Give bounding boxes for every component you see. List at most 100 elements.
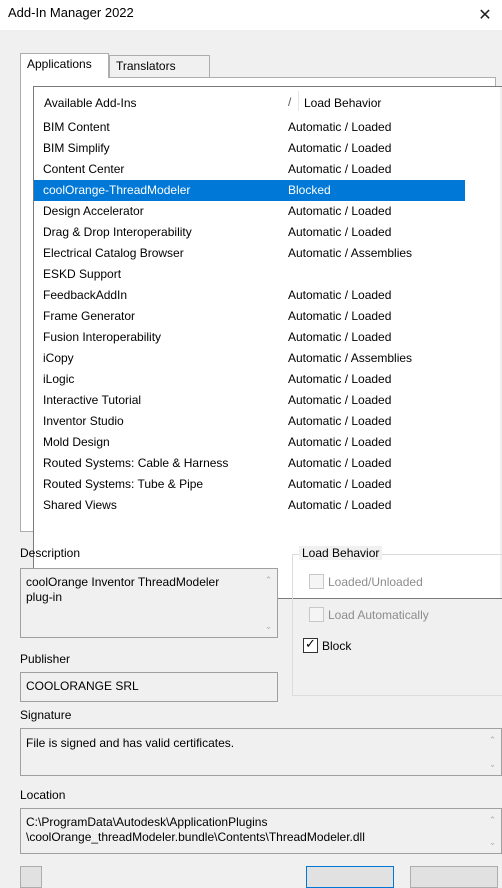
description-text: coolOrange Inventor ThreadModeler plug-i… [26, 575, 220, 604]
addin-name: ESKD Support [43, 267, 122, 281]
signature-text: File is signed and has valid certificate… [26, 736, 235, 750]
addin-name: Routed Systems: Tube & Pipe [43, 477, 204, 491]
chevron-down-icon[interactable]: ⌄ [484, 833, 501, 851]
addin-load-behavior: Automatic / Loaded [288, 288, 392, 302]
addin-load-behavior: Automatic / Loaded [288, 393, 392, 407]
addin-name: Design Accelerator [43, 204, 144, 218]
list-item[interactable]: iLogic Automatic / Loaded [34, 369, 465, 390]
location-label: Location [20, 788, 66, 802]
addin-name: iCopy [43, 351, 74, 365]
addin-load-behavior: Automatic / Loaded [288, 477, 392, 491]
location-line-1: C:\ProgramData\Autodesk\ApplicationPlugi… [26, 815, 268, 829]
list-item[interactable]: Routed Systems: Cable & Harness Automatic… [34, 453, 465, 474]
addin-name: iLogic [43, 372, 75, 386]
addin-load-behavior: Automatic / Loaded [288, 372, 392, 386]
window-title: Add-In Manager 2022 [8, 5, 134, 20]
list-item[interactable]: Design Accelerator Automatic / Loaded [34, 201, 465, 222]
addin-name: BIM Content [43, 120, 110, 134]
list-item[interactable]: Content Center Automatic / Loaded [34, 159, 465, 180]
load-automatically-label: Load Automatically [328, 608, 429, 622]
list-item[interactable]: coolOrange-ThreadModeler Blocked [34, 180, 465, 201]
list-rows: BIM Content Automatic / Loaded BIM Simplif… [34, 117, 465, 516]
list-item[interactable]: Drag & Drop Interoperability Automatic / … [34, 222, 465, 243]
close-icon[interactable]: ✕ [468, 0, 502, 30]
list-header: Available Add-Ins / Load Behavior [34, 87, 499, 115]
chevron-up-icon[interactable]: ⌃ [260, 571, 277, 589]
signature-scrollbar[interactable]: ⌃ ⌄ [484, 729, 501, 775]
list-item[interactable]: ESKD Support [34, 264, 465, 285]
block-label: Block [322, 639, 352, 653]
column-sort-separator: / [288, 95, 292, 109]
column-divider[interactable] [298, 91, 299, 111]
addin-name: Frame Generator [43, 309, 136, 323]
addin-load-behavior: Automatic / Loaded [288, 498, 392, 512]
loaded-unloaded-label: Loaded/Unloaded [328, 575, 423, 589]
chevron-down-icon[interactable]: ⌄ [260, 617, 277, 635]
addin-name: Inventor Studio [43, 414, 124, 428]
list-item[interactable]: Shared Views Automatic / Loaded [34, 495, 465, 516]
chevron-up-icon[interactable]: ⌃ [484, 731, 501, 749]
location-line-2: \coolOrange_threadModeler.bundle\Content… [26, 830, 365, 844]
list-item[interactable]: BIM Simplify Automatic / Loaded [34, 138, 465, 159]
addin-name: BIM Simplify [43, 141, 110, 155]
column-header-available-addins[interactable]: Available Add-Ins [44, 96, 137, 110]
addin-load-behavior: Automatic / Loaded [288, 120, 392, 134]
addin-name: Interactive Tutorial [43, 393, 142, 407]
list-item[interactable]: FeedbackAddIn Automatic / Loaded [34, 285, 465, 306]
description-scrollbar[interactable]: ⌃ ⌄ [260, 569, 277, 637]
publisher-text: COOLORANGE SRL [26, 679, 139, 693]
publisher-box: COOLORANGE SRL [20, 672, 278, 702]
addin-name: Fusion Interoperability [43, 330, 162, 344]
load-behavior-group: Load Behavior Loaded/Unloaded Load Autom… [292, 546, 502, 696]
description-box: coolOrange Inventor ThreadModeler plug-i… [20, 568, 278, 638]
tab-applications[interactable]: Applications [20, 53, 109, 78]
list-item[interactable]: Routed Systems: Tube & Pipe Automatic / L… [34, 474, 465, 495]
list-item[interactable]: Frame Generator Automatic / Loaded [34, 306, 465, 327]
location-box: C:\ProgramData\Autodesk\ApplicationPlugi… [20, 808, 502, 854]
column-header-load-behavior[interactable]: Load Behavior [304, 96, 381, 110]
location-text: C:\ProgramData\Autodesk\ApplicationPlugi… [26, 815, 365, 845]
tab-translators[interactable]: Translators [109, 55, 210, 77]
list-item[interactable]: Inventor Studio Automatic / Loaded [34, 411, 465, 432]
addins-list[interactable]: Available Add-Ins / Load Behavior BIM Co… [33, 86, 502, 599]
applications-panel: Available Add-Ins / Load Behavior BIM Co… [20, 77, 502, 599]
cancel-button[interactable] [410, 866, 498, 888]
list-item[interactable]: BIM Content Automatic / Loaded [34, 117, 465, 138]
publisher-label: Publisher [20, 652, 71, 666]
addin-load-behavior: Automatic / Loaded [288, 456, 392, 470]
list-item[interactable]: Mold Design Automatic / Loaded [34, 432, 465, 453]
addin-name: Routed Systems: Cable & Harness [43, 456, 229, 470]
signature-label: Signature [20, 708, 72, 722]
checkbox-box: ✓ [303, 636, 318, 653]
location-scrollbar[interactable]: ⌃ ⌄ [484, 809, 501, 853]
addin-name: Mold Design [43, 435, 110, 449]
checkbox-box [309, 574, 324, 589]
list-item[interactable]: iCopy Automatic / Assemblies [34, 348, 465, 369]
description-label: Description [20, 546, 81, 560]
addin-load-behavior: Automatic / Loaded [288, 204, 392, 218]
addin-load-behavior: Automatic / Loaded [288, 225, 392, 239]
addin-load-behavior: Blocked [288, 183, 331, 197]
addin-name: Shared Views [43, 498, 117, 512]
chevron-down-icon[interactable]: ⌄ [484, 755, 501, 773]
addin-load-behavior: Automatic / Loaded [288, 162, 392, 176]
list-item[interactable]: Fusion Interoperability Automatic / Loade… [34, 327, 465, 348]
addin-load-behavior: Automatic / Loaded [288, 414, 392, 428]
addin-load-behavior: Automatic / Loaded [288, 330, 392, 344]
addin-name: Content Center [43, 162, 125, 176]
chevron-up-icon[interactable]: ⌃ [484, 811, 501, 829]
list-item[interactable]: Electrical Catalog Browser Automatic / As… [34, 243, 465, 264]
addin-load-behavior: Automatic / Assemblies [288, 351, 413, 365]
addin-name: Drag & Drop Interoperability [43, 225, 192, 239]
title-bar: Add-In Manager 2022 ✕ [0, 0, 502, 30]
load-behavior-legend: Load Behavior [299, 546, 383, 560]
addin-name: FeedbackAddIn [43, 288, 128, 302]
addin-name: Electrical Catalog Browser [43, 246, 184, 260]
check-icon: ✓ [305, 636, 316, 651]
help-button[interactable] [20, 866, 42, 888]
checkbox-box [309, 607, 324, 622]
addin-load-behavior: Automatic / Loaded [288, 141, 392, 155]
list-item[interactable]: Interactive Tutorial Automatic / Loaded [34, 390, 465, 411]
ok-button[interactable] [306, 866, 394, 888]
addin-load-behavior: Automatic / Assemblies [288, 246, 413, 260]
